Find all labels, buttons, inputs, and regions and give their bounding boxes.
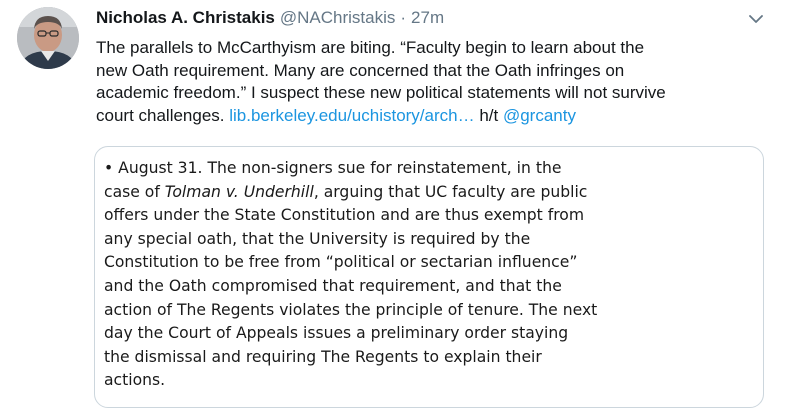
card-text-fragment: , arguing that UC faculty are public: [313, 182, 588, 201]
card-line: Constitution to be free from “political …: [104, 251, 754, 275]
mention-link[interactable]: @grcanty: [503, 106, 576, 125]
card-text-fragment: Constitution to be free from “political …: [104, 253, 578, 272]
card-text-fragment: offers under the State Constitution and …: [104, 206, 585, 225]
tweet-text: The parallels to McCarthyism are biting.…: [96, 37, 766, 127]
tweet-text-line: new Oath requirement. Many are concerned…: [96, 60, 625, 80]
card-text-fragment: the dismissal and requiring The Regents …: [104, 347, 542, 366]
card-text-fragment: case of: [104, 182, 165, 201]
card-line: and the Oath compromised that requiremen…: [104, 275, 754, 299]
case-name: Tolman v. Underhill: [164, 182, 314, 201]
timestamp[interactable]: 27m: [411, 8, 444, 28]
card-text: • August 31. The non-signers sue for rei…: [104, 157, 754, 393]
card-line: offers under the State Constitution and …: [104, 204, 754, 228]
card-text-fragment: day the Court of Appeals issues a prelim…: [104, 324, 569, 343]
card-text-fragment: and the Oath compromised that requiremen…: [104, 276, 562, 295]
card-line: case of Tolman v. Underhill, arguing tha…: [104, 181, 754, 205]
card-text-fragment: • August 31. The non-signers sue for rei…: [104, 159, 562, 177]
tweet: Nicholas A. Christakis @NAChristakis · 2…: [0, 0, 789, 415]
card-line: actions.: [104, 369, 754, 393]
card-text-fragment: action of The Regents violates the princ…: [104, 300, 598, 319]
card-text-fragment: any special oath, that the University is…: [104, 229, 531, 248]
tweet-text-line: academic freedom.” I suspect these new p…: [96, 83, 666, 102]
article-link[interactable]: lib.berkeley.edu/uchistory/arch…: [229, 106, 474, 125]
user-handle[interactable]: @NAChristakis: [280, 8, 396, 28]
tweet-text-fragment: court challenges.: [96, 105, 230, 125]
tweet-header: Nicholas A. Christakis @NAChristakis · 2…: [96, 8, 444, 30]
card-line: the dismissal and requiring The Regents …: [104, 346, 754, 370]
card-line: any special oath, that the University is…: [104, 228, 754, 252]
card-line: day the Court of Appeals issues a prelim…: [104, 322, 754, 346]
hat-tip-text: h/t: [474, 105, 503, 125]
tweet-text-line-last: court challenges. lib.berkeley.edu/uchis…: [96, 105, 766, 128]
separator-dot: ·: [400, 8, 407, 27]
card-line: action of The Regents violates the princ…: [104, 299, 754, 323]
tweet-text-line: The parallels to McCarthyism are biting.…: [96, 38, 645, 57]
card-line: • August 31. The non-signers sue for rei…: [104, 157, 754, 181]
display-name[interactable]: Nicholas A. Christakis: [96, 8, 275, 28]
card-text-fragment: actions.: [104, 371, 166, 390]
chevron-down-icon[interactable]: [746, 12, 766, 26]
avatar[interactable]: [17, 7, 79, 69]
quoted-image-card[interactable]: • August 31. The non-signers sue for rei…: [94, 146, 764, 408]
avatar-photo: [17, 7, 79, 69]
